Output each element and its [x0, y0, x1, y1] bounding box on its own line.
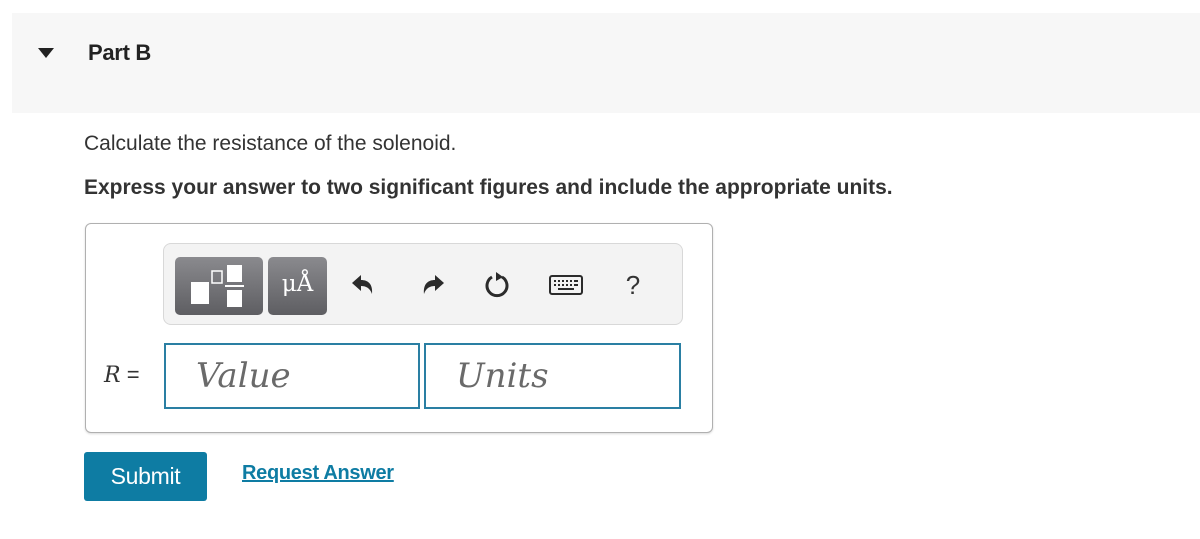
- math-toolbar: μÅ ?: [163, 243, 683, 325]
- units-input[interactable]: [424, 343, 681, 409]
- collapse-caret-icon[interactable]: [38, 48, 54, 58]
- variable-label: R =: [104, 362, 140, 388]
- reset-icon: [485, 272, 509, 298]
- units-button[interactable]: μÅ: [268, 257, 327, 315]
- request-answer-link[interactable]: Request Answer: [242, 462, 394, 485]
- variable-name: R: [104, 363, 121, 388]
- undo-button[interactable]: [346, 268, 380, 302]
- answer-instructions: Express your answer to two significant f…: [84, 176, 893, 199]
- help-button[interactable]: ?: [616, 268, 650, 302]
- redo-button[interactable]: [416, 268, 450, 302]
- redo-icon: [423, 275, 444, 294]
- value-input[interactable]: [164, 343, 420, 409]
- keyboard-button[interactable]: [546, 268, 586, 302]
- units-icon: μÅ: [281, 271, 314, 297]
- part-title: Part B: [88, 40, 151, 65]
- fraction-template-icon: [191, 265, 244, 307]
- equals-sign: =: [126, 362, 140, 387]
- templates-button[interactable]: [175, 257, 263, 315]
- part-header: [12, 13, 1200, 113]
- question-text: Calculate the resistance of the solenoid…: [84, 132, 457, 155]
- submit-button[interactable]: Submit: [84, 452, 207, 501]
- undo-icon: [352, 275, 373, 294]
- help-icon: ?: [625, 269, 641, 300]
- reset-button[interactable]: [480, 268, 514, 302]
- keyboard-icon: [549, 275, 583, 295]
